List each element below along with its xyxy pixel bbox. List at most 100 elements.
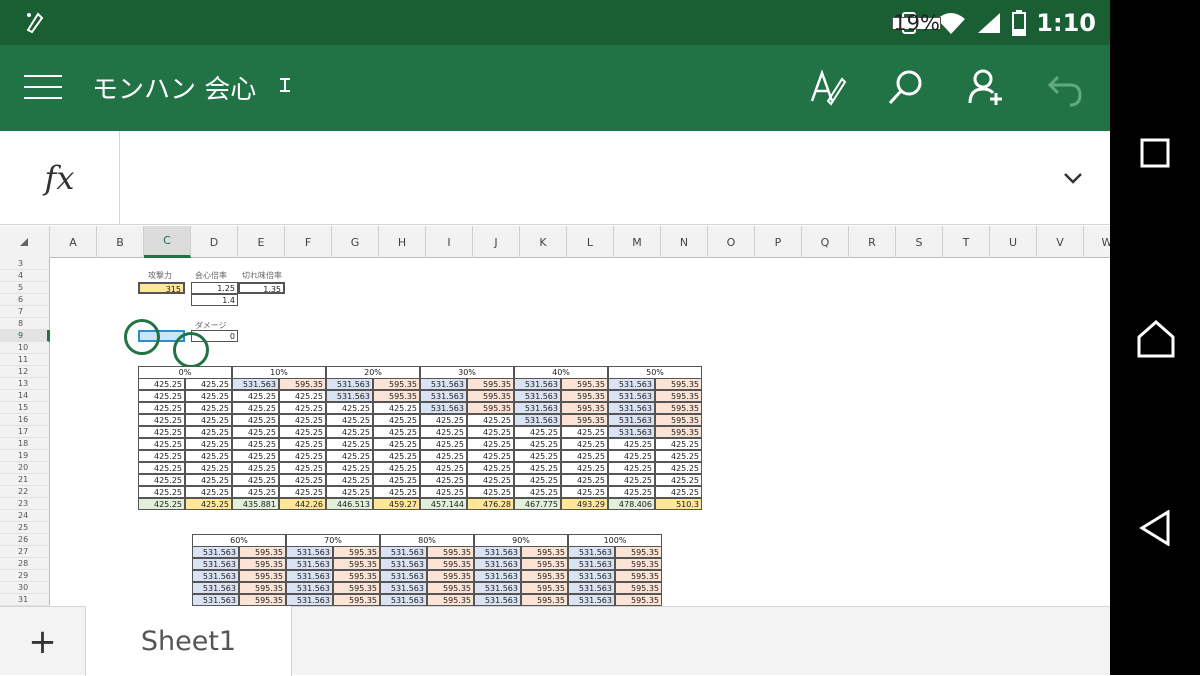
- table2-cell[interactable]: 595.35: [521, 582, 568, 594]
- table1-cell[interactable]: 425.25: [373, 474, 420, 486]
- table1-cell[interactable]: 425.25: [185, 462, 232, 474]
- sheet-tab[interactable]: Sheet1: [85, 606, 292, 676]
- table1-cell[interactable]: 442.26: [279, 498, 326, 510]
- table2-cell[interactable]: 595.35: [521, 570, 568, 582]
- table1-cell[interactable]: 425.25: [326, 438, 373, 450]
- column-header-c[interactable]: C: [144, 226, 191, 258]
- row-header-24[interactable]: 24: [0, 510, 50, 522]
- row-header-31[interactable]: 31: [0, 594, 50, 606]
- column-header-a[interactable]: A: [50, 226, 97, 258]
- table1-cell[interactable]: 425.25: [138, 390, 185, 402]
- table1-cell[interactable]: 595.35: [467, 378, 514, 390]
- selection-handle[interactable]: [173, 332, 209, 368]
- table1-cell[interactable]: 595.35: [655, 426, 702, 438]
- table2-cell[interactable]: 531.563: [286, 594, 333, 606]
- table1-cell[interactable]: 425.25: [655, 438, 702, 450]
- table1-cell[interactable]: 425.25: [655, 486, 702, 498]
- table1-cell[interactable]: 425.25: [279, 450, 326, 462]
- table2-cell[interactable]: 595.35: [239, 558, 286, 570]
- table1-cell[interactable]: 595.35: [561, 390, 608, 402]
- table2-cell[interactable]: 595.35: [615, 582, 662, 594]
- document-title[interactable]: モンハン 会心: [92, 69, 256, 106]
- table1-cell[interactable]: 595.35: [561, 378, 608, 390]
- table1-cell[interactable]: 425.25: [138, 426, 185, 438]
- table2-cell[interactable]: 531.563: [474, 558, 521, 570]
- column-header-b[interactable]: B: [97, 226, 144, 258]
- table1-cell[interactable]: 425.25: [608, 462, 655, 474]
- table1-cell[interactable]: 425.25: [561, 426, 608, 438]
- row-header-19[interactable]: 19: [0, 450, 50, 462]
- table1-cell[interactable]: 425.25: [279, 390, 326, 402]
- column-header-j[interactable]: J: [473, 226, 520, 258]
- table1-cell[interactable]: 446.513: [326, 498, 373, 510]
- table1-cell[interactable]: 531.563: [514, 390, 561, 402]
- table2-cell[interactable]: 595.35: [333, 558, 380, 570]
- table1-cell[interactable]: 425.25: [279, 474, 326, 486]
- table1-cell[interactable]: 595.35: [373, 378, 420, 390]
- row-header-12[interactable]: 12: [0, 366, 50, 378]
- table1-cell[interactable]: 425.25: [138, 450, 185, 462]
- table1-cell[interactable]: 531.563: [608, 390, 655, 402]
- table1-cell[interactable]: 425.25: [138, 402, 185, 414]
- row-header-21[interactable]: 21: [0, 474, 50, 486]
- row-header-16[interactable]: 16: [0, 414, 50, 426]
- table1-cell[interactable]: 425.25: [608, 450, 655, 462]
- table1-cell[interactable]: 425.25: [232, 414, 279, 426]
- table2-cell[interactable]: 531.563: [380, 594, 427, 606]
- column-header-k[interactable]: K: [520, 226, 567, 258]
- cell-crit-rate[interactable]: 1.25: [191, 282, 238, 294]
- row-header-29[interactable]: 29: [0, 570, 50, 582]
- table1-cell[interactable]: 425.25: [420, 462, 467, 474]
- column-header-h[interactable]: H: [379, 226, 426, 258]
- table1-cell[interactable]: 425.25: [232, 402, 279, 414]
- table1-cell[interactable]: 531.563: [232, 378, 279, 390]
- table1-cell[interactable]: 425.25: [514, 486, 561, 498]
- table1-cell[interactable]: 531.563: [420, 378, 467, 390]
- table1-cell[interactable]: 425.25: [608, 438, 655, 450]
- table1-cell[interactable]: 425.25: [561, 450, 608, 462]
- table1-cell[interactable]: 425.25: [373, 462, 420, 474]
- row-header-4[interactable]: 4: [0, 270, 50, 282]
- table1-cell[interactable]: 425.25: [467, 414, 514, 426]
- table1-cell[interactable]: 531.563: [326, 390, 373, 402]
- table1-cell[interactable]: 425.25: [514, 462, 561, 474]
- table1-cell[interactable]: 425.25: [326, 450, 373, 462]
- row-header-20[interactable]: 20: [0, 462, 50, 474]
- table1-cell[interactable]: 425.25: [373, 438, 420, 450]
- table1-cell[interactable]: 425.25: [608, 486, 655, 498]
- table1-cell[interactable]: 425.25: [561, 438, 608, 450]
- column-header-o[interactable]: O: [708, 226, 755, 258]
- row-header-23[interactable]: 23: [0, 498, 50, 510]
- table2-cell[interactable]: 531.563: [380, 570, 427, 582]
- table2-cell[interactable]: 595.35: [521, 558, 568, 570]
- table1-cell[interactable]: 531.563: [514, 378, 561, 390]
- table2-cell[interactable]: 531.563: [568, 546, 615, 558]
- table2-cell[interactable]: 531.563: [286, 546, 333, 558]
- column-header-p[interactable]: P: [755, 226, 802, 258]
- table1-cell[interactable]: 425.25: [373, 486, 420, 498]
- table1-cell[interactable]: 425.25: [185, 402, 232, 414]
- table1-cell[interactable]: 425.25: [232, 438, 279, 450]
- table1-cell[interactable]: 595.35: [467, 390, 514, 402]
- column-header-s[interactable]: S: [896, 226, 943, 258]
- table2-cell[interactable]: 595.35: [239, 594, 286, 606]
- table1-cell[interactable]: 595.35: [655, 414, 702, 426]
- table1-cell[interactable]: 425.25: [232, 462, 279, 474]
- table2-cell[interactable]: 531.563: [568, 594, 615, 606]
- table1-cell[interactable]: 425.25: [232, 426, 279, 438]
- table1-cell[interactable]: 425.25: [326, 402, 373, 414]
- column-header-g[interactable]: G: [332, 226, 379, 258]
- table1-cell[interactable]: 595.35: [467, 402, 514, 414]
- table1-cell[interactable]: 425.25: [138, 378, 185, 390]
- home-icon[interactable]: [1137, 320, 1175, 358]
- row-header-28[interactable]: 28: [0, 558, 50, 570]
- table1-cell[interactable]: 425.25: [514, 450, 561, 462]
- row-header-3[interactable]: 3: [0, 258, 50, 270]
- table2-cell[interactable]: 595.35: [427, 546, 474, 558]
- table1-cell[interactable]: 425.25: [185, 414, 232, 426]
- row-header-15[interactable]: 15: [0, 402, 50, 414]
- table1-cell[interactable]: 531.563: [608, 426, 655, 438]
- table1-cell[interactable]: 425.25: [185, 486, 232, 498]
- table1-cell[interactable]: 425.25: [561, 462, 608, 474]
- row-header-10[interactable]: 10: [0, 342, 50, 354]
